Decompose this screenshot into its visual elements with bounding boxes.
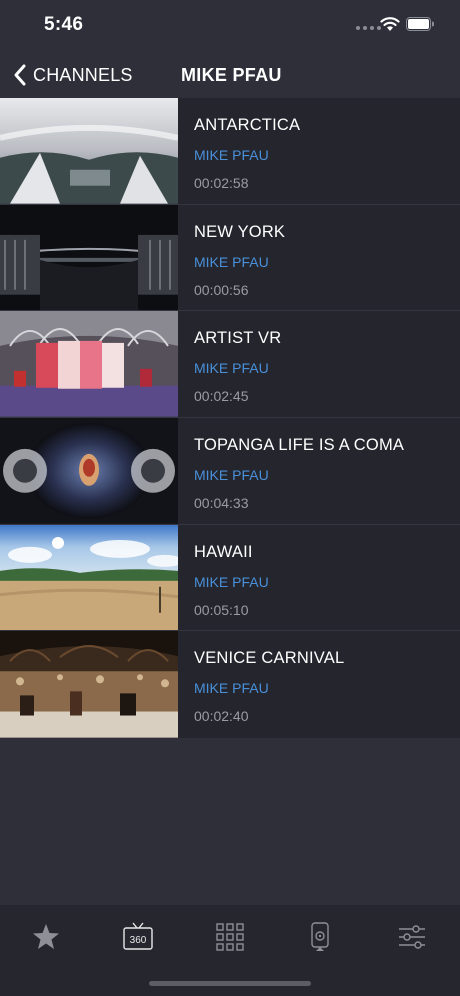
video-title: ANTARCTICA: [194, 116, 301, 134]
video-channel: MIKE PFAU: [194, 253, 269, 270]
back-label: CHANNELS: [33, 64, 133, 85]
cellular-signal-icon: [356, 26, 381, 30]
video-title: NEW YORK: [194, 222, 286, 241]
back-button[interactable]: CHANNELS: [12, 60, 133, 90]
wifi-icon: [380, 17, 400, 31]
video-channel: MIKE PFAU: [194, 147, 269, 163]
status-bar: 5:46: [0, 0, 460, 50]
video-row[interactable]: ARTIST VR MIKE PFAU 00:02:45: [0, 311, 460, 418]
video-duration: 00:02:45: [194, 388, 249, 405]
video-channel: MIKE PFAU: [194, 680, 269, 697]
video-duration: 00:00:56: [194, 281, 249, 298]
video-thumbnail: [0, 311, 178, 417]
chevron-left-icon: [14, 64, 26, 86]
video-duration: 00:02:58: [194, 175, 249, 191]
video-row[interactable]: ANTARCTICA MIKE PFAU 00:02:58: [0, 98, 460, 205]
video-thumbnail: [0, 631, 178, 738]
video-row[interactable]: VENICE CARNIVAL MIKE PFAU 00:02:40: [0, 631, 460, 738]
tv-360-icon: 360: [123, 922, 153, 950]
video-title: ARTIST VR: [194, 329, 282, 348]
video-title: VENICE CARNIVAL: [194, 649, 345, 668]
video-thumbnail: [0, 524, 178, 631]
tab-device[interactable]: [300, 917, 340, 957]
tab-settings[interactable]: [392, 917, 432, 957]
video-duration: 00:04:33: [194, 494, 249, 511]
sliders-icon: [399, 925, 425, 949]
tab-360[interactable]: 360: [118, 917, 158, 957]
navigation-bar: CHANNELS MIKE PFAU: [0, 50, 460, 98]
video-row[interactable]: HAWAII MIKE PFAU 00:05:10: [0, 524, 460, 632]
video-duration: 00:05:10: [194, 601, 249, 618]
video-thumbnail: [0, 417, 178, 524]
star-icon: [33, 924, 59, 949]
tab-360-label: 360: [130, 935, 147, 946]
video-title: TOPANGA LIFE IS A COMA: [194, 435, 405, 454]
video-channel: MIKE PFAU: [194, 573, 269, 590]
video-row[interactable]: NEW YORK MIKE PFAU 00:00:56: [0, 204, 460, 312]
video-channel: MIKE PFAU: [194, 360, 269, 377]
video-list: ANTARCTICA MIKE PFAU 00:02:58 NEW YORK M…: [0, 98, 460, 738]
status-time: 5:46: [44, 14, 84, 35]
grid-icon: [216, 923, 244, 951]
tab-grid[interactable]: [210, 917, 250, 957]
page-title: MIKE PFAU: [181, 65, 282, 85]
battery-icon: [406, 17, 434, 31]
video-channel: MIKE PFAU: [194, 466, 269, 483]
video-title: HAWAII: [194, 542, 253, 561]
video-row[interactable]: TOPANGA LIFE IS A COMA MIKE PFAU 00:04:3…: [0, 417, 460, 525]
video-duration: 00:02:40: [194, 708, 249, 725]
video-thumbnail: [0, 98, 178, 204]
device-icon: [311, 922, 329, 951]
tab-bar: 360: [0, 905, 460, 996]
tab-favorites[interactable]: [26, 917, 66, 957]
home-indicator: [149, 981, 311, 986]
video-thumbnail: [0, 204, 178, 311]
